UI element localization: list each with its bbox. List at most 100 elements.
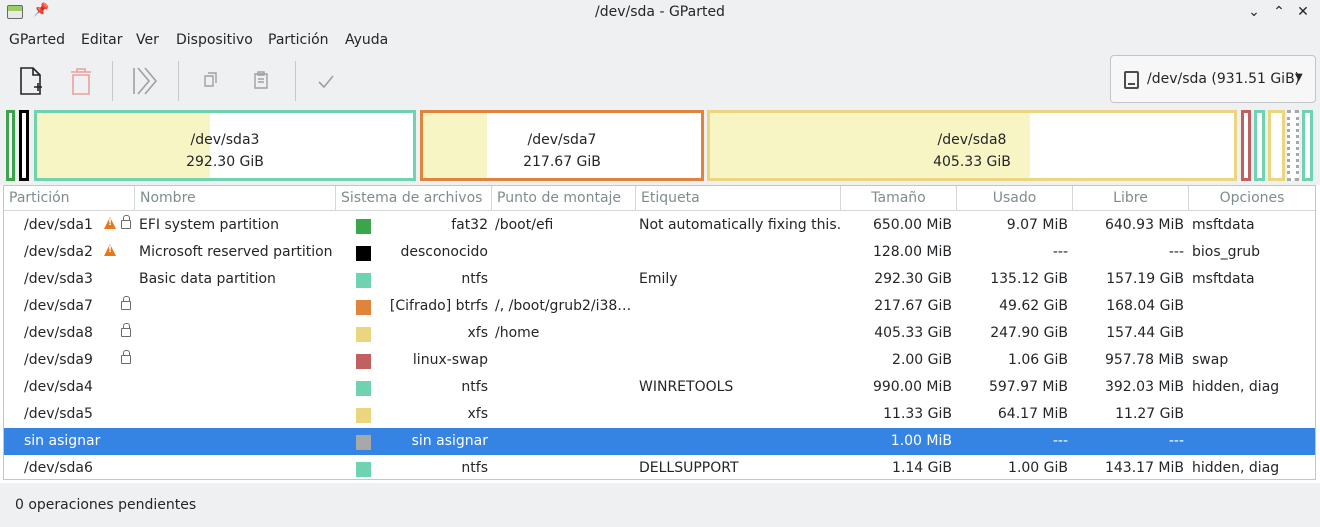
warning-icon [104, 244, 116, 256]
diskmap-sda5[interactable] [1268, 110, 1285, 181]
cell-flags: hidden, diag [1192, 460, 1280, 476]
cell-used: --- [1052, 433, 1068, 449]
cell-mountpoint [495, 374, 633, 401]
cell-name [139, 347, 339, 374]
cell-name: Basic data partition [139, 271, 276, 287]
copy-button[interactable] [192, 63, 228, 99]
menu-gparted[interactable]: GParted [9, 32, 65, 48]
table-row[interactable]: /dev/sda1 EFI system partition fat32/boot/… [4, 212, 1315, 239]
cell-name [139, 320, 339, 347]
menu-dispositivo[interactable]: Dispositivo [176, 32, 253, 48]
cell-filesystem: [Cifrado] btrfs [389, 298, 488, 314]
lock-icon [121, 350, 131, 364]
cell-partition: /dev/sda3 [24, 271, 93, 287]
menu-ver[interactable]: Ver [136, 32, 159, 48]
filesystem-color-swatch [356, 435, 371, 450]
table-row[interactable]: /dev/sda5 xfs 11.33 GiB 64.17 MiB 11.27 GiB [4, 401, 1315, 428]
cell-size: 11.33 GiB [883, 406, 952, 422]
cell-filesystem: ntfs [461, 379, 488, 395]
close-icon[interactable]: ✕ [1294, 3, 1312, 21]
cell-label [639, 401, 841, 428]
diskmap-sda8[interactable]: /dev/sda8 405.33 GiB [707, 110, 1237, 181]
cell-partition: /dev/sda5 [24, 406, 93, 422]
filesystem-color-swatch [356, 381, 371, 396]
cell-flags [1192, 401, 1312, 428]
cell-filesystem: desconocido [400, 244, 488, 260]
table-row[interactable]: /dev/sda6 ntfs DELLSUPPORT 1.14 GiB 1.00 GiB… [4, 455, 1315, 482]
maximize-icon[interactable]: ⌃ [1270, 3, 1288, 21]
cell-used: --- [1052, 244, 1068, 260]
cell-used: 49.62 GiB [999, 298, 1068, 314]
column-header-libre[interactable]: Libre [1073, 186, 1189, 211]
diskmap-sda3[interactable]: /dev/sda3 292.30 GiB [34, 110, 416, 181]
diskmap-sda7[interactable]: /dev/sda7 217.67 GiB [420, 110, 704, 181]
minimize-icon[interactable]: ⌄ [1245, 3, 1263, 21]
diskmap-unallocated[interactable] [1287, 110, 1299, 181]
cell-size: 2.00 GiB [892, 352, 952, 368]
device-selector[interactable]: /dev/sda (931.51 GiB) ▼ [1110, 55, 1316, 103]
column-header-sistema[interactable]: Sistema de archivos [336, 186, 492, 211]
filesystem-color-swatch [356, 219, 371, 234]
column-header-usado[interactable]: Usado [957, 186, 1073, 211]
table-row[interactable]: /dev/sda4 ntfs WINRETOOLS 990.00 MiB 597.97 … [4, 374, 1315, 401]
cell-mountpoint [495, 401, 633, 428]
column-header-montaje[interactable]: Punto de montaje [492, 186, 636, 211]
filesystem-color-swatch [356, 408, 371, 423]
cell-free: 957.78 MiB [1104, 352, 1184, 368]
cell-used: 64.17 MiB [997, 406, 1068, 422]
cell-mountpoint [495, 347, 633, 374]
diskmap-sda6[interactable] [1302, 110, 1313, 181]
cell-label [639, 320, 841, 347]
diskmap-sda9[interactable] [1241, 110, 1251, 181]
cell-flags [1192, 293, 1312, 320]
delete-partition-button[interactable] [63, 63, 99, 99]
table-row[interactable]: sin asignar sin asignar 1.00 MiB --- --- [4, 428, 1315, 455]
cell-free: 143.17 MiB [1104, 460, 1184, 476]
table-header: Partición Nombre Sistema de archivos Pun… [4, 186, 1315, 211]
new-partition-button[interactable] [13, 63, 49, 99]
paste-button[interactable] [243, 63, 279, 99]
diskmap-partition-size: 405.33 GiB [933, 154, 1011, 170]
cell-size: 217.67 GiB [874, 298, 952, 314]
cell-label: Emily [639, 271, 678, 287]
diskmap-sda1[interactable] [6, 110, 15, 181]
cell-used: 247.90 GiB [990, 325, 1068, 341]
partition-table: Partición Nombre Sistema de archivos Pun… [3, 185, 1316, 480]
menu-ayuda[interactable]: Ayuda [345, 32, 388, 48]
cell-partition: /dev/sda1 [24, 217, 93, 233]
filesystem-color-swatch [356, 300, 371, 315]
cell-label [639, 347, 841, 374]
resize-move-button[interactable] [128, 63, 164, 99]
apply-button[interactable] [308, 63, 344, 99]
cell-flags: bios_grub [1192, 244, 1261, 260]
copy-icon [204, 72, 217, 87]
diskmap-sda2[interactable] [19, 110, 29, 181]
menu-bar: GParted Editar Ver Dispositivo Partición… [0, 26, 1320, 55]
menu-particion[interactable]: Partición [268, 32, 329, 48]
table-row[interactable]: /dev/sda2 Microsoft reserved partition des… [4, 239, 1315, 266]
column-header-tamano[interactable]: Tamaño [841, 186, 957, 211]
cell-used: 597.97 MiB [988, 379, 1068, 395]
column-header-opciones[interactable]: Opciones [1189, 186, 1315, 211]
cell-size: 128.00 MiB [872, 244, 952, 260]
table-row[interactable]: /dev/sda7 [Cifrado] btrfs /, /boot/grub2/i… [4, 293, 1315, 320]
cell-free: 157.19 GiB [1106, 271, 1184, 287]
column-header-nombre[interactable]: Nombre [135, 186, 336, 211]
cell-size: 1.00 MiB [890, 433, 952, 449]
column-header-particion[interactable]: Partición [4, 186, 135, 211]
table-row[interactable]: /dev/sda9 linux-swap 2.00 GiB 1.06 GiB 957.7… [4, 347, 1315, 374]
table-row[interactable]: /dev/sda3 Basic data partition ntfs Emily 29… [4, 266, 1315, 293]
cell-label [639, 428, 841, 455]
lock-icon [121, 323, 131, 337]
diskmap-sda4[interactable] [1254, 110, 1265, 181]
diskmap-partition-name: /dev/sda7 [527, 132, 597, 148]
cell-partition: /dev/sda4 [24, 379, 93, 395]
cell-mountpoint: /home [495, 325, 540, 341]
table-row[interactable]: /dev/sda8 xfs/home 405.33 GiB 247.90 GiB 157… [4, 320, 1315, 347]
menu-editar[interactable]: Editar [81, 32, 122, 48]
cell-free: 392.03 MiB [1104, 379, 1184, 395]
cell-flags [1192, 320, 1312, 347]
cell-size: 650.00 MiB [872, 217, 952, 233]
chevron-down-icon: ▼ [1295, 72, 1303, 83]
column-header-etiqueta[interactable]: Etiqueta [636, 186, 841, 211]
